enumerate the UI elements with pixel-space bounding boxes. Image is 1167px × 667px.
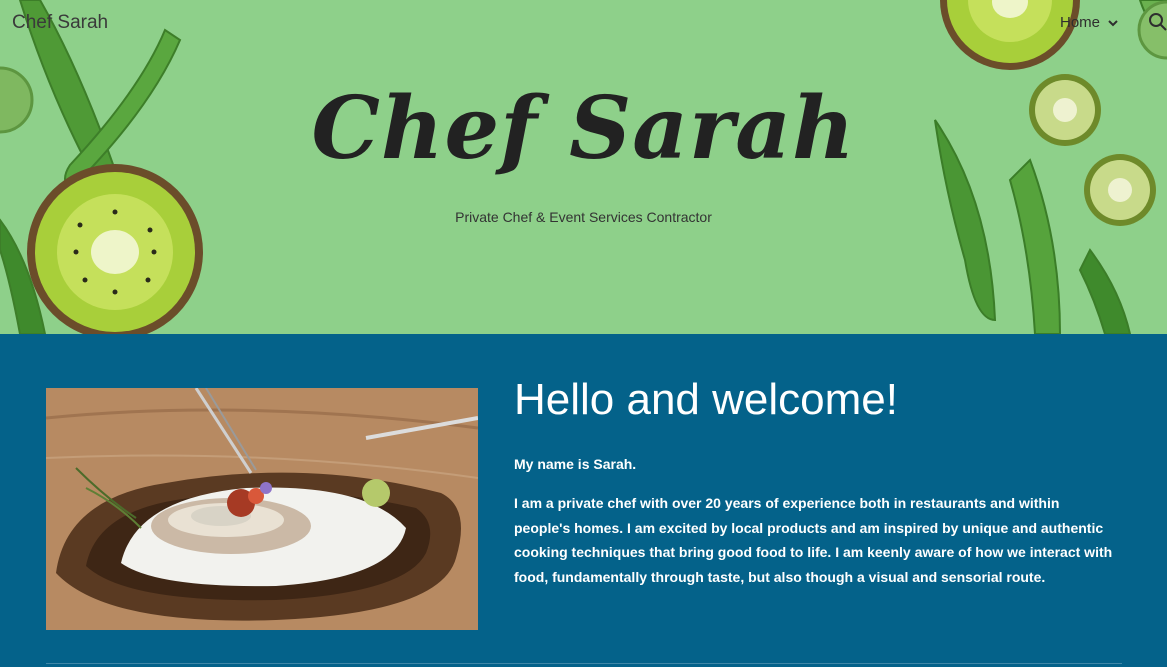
kiwi-left	[27, 164, 203, 334]
bio-text: I am a private chef with over 20 years o…	[514, 495, 1113, 585]
site-title-link[interactable]: Chef Sarah	[12, 12, 108, 34]
welcome-heading: Hello and welcome!	[514, 375, 898, 424]
search-icon[interactable]	[1148, 12, 1167, 31]
hero-subtitle: Private Chef & Event Services Contractor	[455, 209, 712, 225]
intro-text: My name is Sarah.	[514, 456, 637, 472]
section-divider	[46, 663, 1122, 664]
hero-banner: Chef Sarah Home Chef Sarah Private Chef …	[0, 0, 1167, 334]
chevron-down-icon	[1108, 19, 1118, 26]
nav-home-label: Home	[1060, 14, 1101, 31]
top-navigation-bar: Chef Sarah Home	[0, 0, 1167, 46]
welcome-text-column: Hello and welcome! My name is Sarah. I a…	[514, 374, 1114, 589]
welcome-section: Hello and welcome! My name is Sarah. I a…	[0, 334, 1167, 667]
nav-home-menu[interactable]: Home	[1060, 14, 1120, 31]
hero-title: Chef Sarah	[311, 78, 856, 179]
oyster-dish-photo	[46, 388, 478, 630]
